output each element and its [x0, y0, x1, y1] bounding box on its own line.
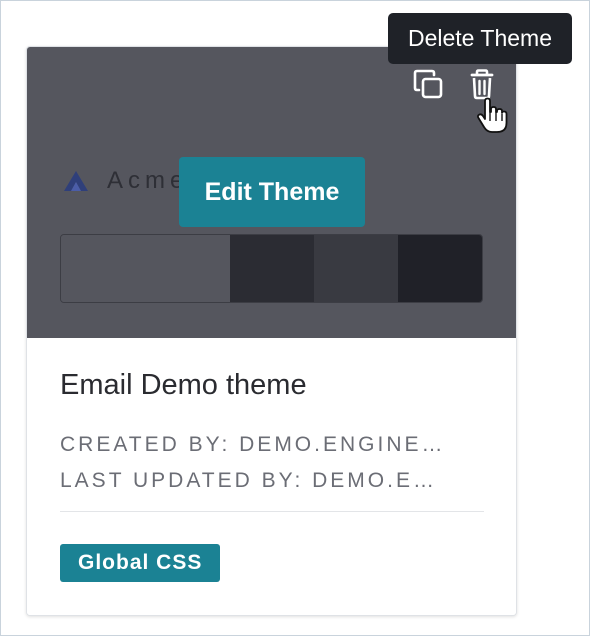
theme-title: Email Demo theme — [60, 369, 307, 401]
color-swatches — [60, 234, 483, 303]
last-updated-by-text: LAST UPDATED BY: DEMO.E… — [60, 469, 437, 492]
preview-logo: Acme — [62, 167, 188, 195]
trash-icon[interactable] — [465, 67, 499, 101]
acme-logo-icon — [64, 171, 88, 191]
theme-preview[interactable]: Acme Edit Theme — [27, 47, 516, 338]
theme-card[interactable]: Acme Edit Theme Email Demo theme CREATED… — [26, 46, 517, 616]
divider — [60, 511, 484, 512]
pointer-hand-icon — [477, 97, 508, 133]
duplicate-icon[interactable] — [411, 67, 445, 101]
theme-details: Email Demo theme CREATED BY: DEMO.ENGINE… — [27, 339, 516, 615]
app-frame: Acme Edit Theme Email Demo theme CREATED… — [0, 0, 590, 636]
swatch-2 — [230, 235, 314, 302]
delete-theme-tooltip: Delete Theme — [388, 13, 572, 64]
swatch-1 — [61, 235, 230, 302]
edit-theme-button[interactable]: Edit Theme — [179, 157, 365, 227]
logo-text: Acme — [107, 167, 189, 194]
created-by-text: CREATED BY: DEMO.ENGINE… — [60, 433, 446, 456]
swatch-4 — [398, 235, 482, 302]
swatch-3 — [314, 235, 398, 302]
global-css-badge: Global CSS — [60, 544, 221, 582]
